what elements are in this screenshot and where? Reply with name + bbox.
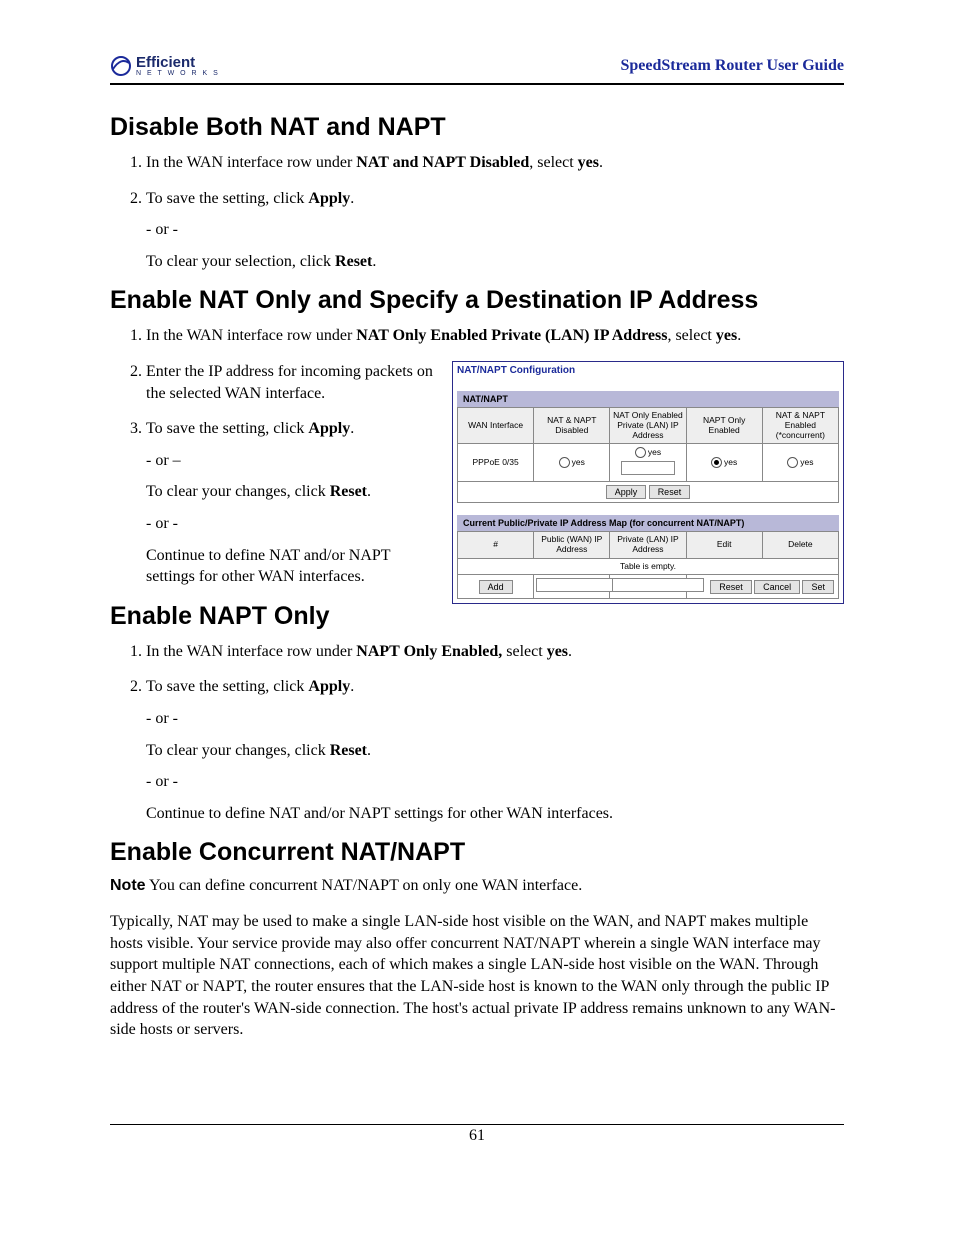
col-public-ip: Public (WAN) IP Address — [534, 532, 610, 559]
col-nat-napt-disabled: NAT & NAPT Disabled — [534, 407, 610, 443]
list-item: To save the setting, click Apply. - or -… — [146, 676, 844, 824]
note-line: Note You can define concurrent NAT/NAPT … — [110, 877, 844, 895]
reset-button-2[interactable]: Reset — [710, 580, 752, 594]
logo-text-top: Efficient — [136, 55, 220, 70]
radio-nat-only[interactable] — [635, 447, 646, 458]
figure-tab: NAT/NAPT — [457, 391, 839, 407]
heading-enable-concurrent: Enable Concurrent NAT/NAPT — [110, 838, 844, 867]
ip-input[interactable] — [621, 461, 675, 475]
note-label: Note — [110, 877, 146, 894]
col-napt-only: NAPT Only Enabled — [686, 407, 762, 443]
cancel-button[interactable]: Cancel — [754, 580, 800, 594]
heading-enable-napt-only: Enable NAPT Only — [110, 602, 844, 631]
map-title: Current Public/Private IP Address Map (f… — [457, 515, 839, 531]
list-item: In the WAN interface row under NAPT Only… — [146, 641, 844, 663]
paragraph: Typically, NAT may be used to make a sin… — [110, 911, 844, 1041]
list-item: To save the setting, click Apply. - or -… — [146, 188, 844, 273]
col-wan-interface: WAN Interface — [458, 407, 534, 443]
radio-concurrent[interactable] — [787, 457, 798, 468]
private-ip-input[interactable] — [612, 578, 704, 592]
nat-napt-config-figure: NAT/NAPT Configuration NAT/NAPT WAN Inte… — [452, 361, 844, 604]
list-enable-napt-only: In the WAN interface row under NAPT Only… — [118, 641, 844, 825]
reset-button[interactable]: Reset — [649, 485, 691, 499]
ip-map-table: # Public (WAN) IP Address Private (LAN) … — [457, 531, 839, 599]
col-nat-napt-concurrent: NAT & NAPT Enabled (*concurrent) — [762, 407, 838, 443]
empty-row: Table is empty. — [458, 558, 839, 575]
col-edit: Edit — [686, 532, 762, 559]
logo: Efficient N E T W O R K S — [110, 55, 220, 77]
radio-disabled[interactable] — [559, 457, 570, 468]
heading-enable-nat-only: Enable NAT Only and Specify a Destinatio… — [110, 286, 844, 315]
heading-disable-both: Disable Both NAT and NAPT — [110, 113, 844, 142]
page-number: 61 — [110, 1124, 844, 1145]
apply-button[interactable]: Apply — [606, 485, 647, 499]
list-disable-both: In the WAN interface row under NAT and N… — [118, 152, 844, 272]
set-button[interactable]: Set — [802, 580, 834, 594]
radio-napt-only[interactable] — [711, 457, 722, 468]
list-item: In the WAN interface row under NAT and N… — [146, 152, 844, 174]
guide-title: SpeedStream Router User Guide — [620, 57, 844, 75]
logo-icon — [110, 55, 132, 77]
logo-text-bot: N E T W O R K S — [136, 70, 220, 77]
nat-napt-table: WAN Interface NAT & NAPT Disabled NAT On… — [457, 407, 839, 503]
list-item: In the WAN interface row under NAT Only … — [146, 325, 844, 347]
cell-interface: PPPoE 0/35 — [458, 444, 534, 482]
figure-title: NAT/NAPT Configuration — [453, 362, 843, 379]
col-private-ip: Private (LAN) IP Address — [610, 532, 686, 559]
list-enable-nat-only: In the WAN interface row under NAT Only … — [118, 325, 844, 587]
add-button[interactable]: Add — [479, 580, 513, 594]
table-row: PPPoE 0/35 yes yes yes yes — [458, 444, 839, 482]
page-header: Efficient N E T W O R K S SpeedStream Ro… — [110, 55, 844, 85]
col-nat-only: NAT Only Enabled Private (LAN) IP Addres… — [610, 407, 686, 443]
col-delete: Delete — [762, 532, 838, 559]
col-num: # — [458, 532, 534, 559]
